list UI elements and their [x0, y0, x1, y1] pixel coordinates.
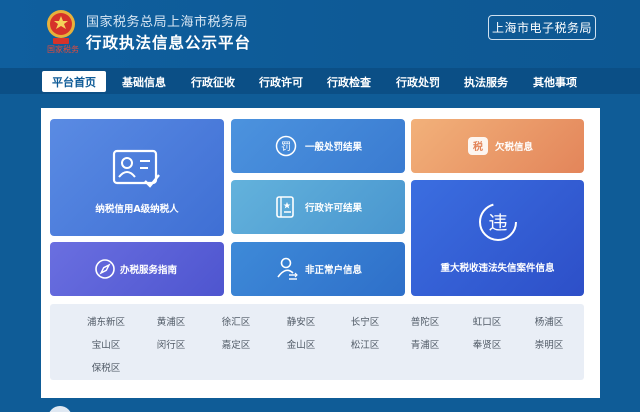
site-subtitle: 国家税务总局上海市税务局	[86, 15, 249, 30]
district-baoshan[interactable]: 宝山区	[81, 337, 131, 351]
district-changning[interactable]: 长宁区	[340, 314, 390, 328]
user-exchange-icon	[277, 257, 298, 280]
district-qingpu[interactable]: 青浦区	[400, 337, 450, 351]
violation-icon: 违	[479, 203, 517, 241]
permit-result-label: 行政许可结果	[305, 203, 363, 214]
content-panel: 纳税信用A级纳税人 罚 一般处罚结果 税 欠税信息 行政许可结果 违 重大税收违…	[41, 108, 600, 398]
district-jiading[interactable]: 嘉定区	[211, 337, 261, 351]
district-chongming[interactable]: 崇明区	[524, 337, 574, 351]
site-title: 行政执法信息公示平台	[86, 34, 252, 52]
major-violation-case-label: 重大税收违法失信案件信息	[440, 263, 555, 274]
district-jingan[interactable]: 静安区	[276, 314, 326, 328]
bottom-strip	[0, 398, 640, 412]
general-penalty-label: 一般处罚结果	[305, 142, 363, 153]
national-emblem-icon	[47, 10, 75, 44]
tax-service-guide-label: 办税服务指南	[120, 265, 178, 276]
svg-text:违: 违	[488, 212, 507, 234]
district-putuo[interactable]: 普陀区	[400, 314, 450, 328]
tax-service-guide-tile[interactable]: 办税服务指南	[50, 242, 224, 296]
district-bonded-zone[interactable]: 保税区	[81, 360, 131, 374]
tax-arrears-icon: 税	[468, 137, 488, 155]
credit-a-level-tile[interactable]: 纳税信用A级纳税人	[50, 119, 224, 236]
tab-collection[interactable]: 行政征收	[182, 71, 244, 92]
district-xuhui[interactable]: 徐汇区	[211, 314, 261, 328]
tab-enforcement-service[interactable]: 执法服务	[455, 71, 517, 92]
tab-home[interactable]: 平台首页	[42, 71, 106, 92]
tab-basic-info[interactable]: 基础信息	[113, 71, 175, 92]
tax-arrears-label: 欠税信息	[495, 142, 534, 153]
district-jinshan[interactable]: 金山区	[276, 337, 326, 351]
district-list: 浦东新区 黄浦区 徐汇区 静安区 长宁区 普陀区 虹口区 杨浦区 宝山区 闵行区…	[50, 304, 584, 380]
district-huangpu[interactable]: 黄浦区	[146, 314, 196, 328]
tab-inspection[interactable]: 行政检查	[318, 71, 380, 92]
district-fengxian[interactable]: 奉贤区	[462, 337, 512, 351]
tax-arrears-tile[interactable]: 税 欠税信息	[411, 119, 584, 173]
district-yangpu[interactable]: 杨浦区	[524, 314, 574, 328]
tab-permit[interactable]: 行政许可	[250, 71, 312, 92]
district-minhang[interactable]: 闵行区	[146, 337, 196, 351]
general-penalty-tile[interactable]: 罚 一般处罚结果	[231, 119, 405, 173]
district-pudong[interactable]: 浦东新区	[81, 314, 131, 328]
site-header: 国家税务 国家税务总局上海市税务局 行政执法信息公示平台 上海市电子税务局	[0, 0, 640, 68]
district-songjiang[interactable]: 松江区	[340, 337, 390, 351]
penalty-seal-icon: 罚	[275, 135, 297, 157]
abnormal-taxpayer-tile[interactable]: 非正常户信息	[231, 242, 405, 296]
permit-result-tile[interactable]: 行政许可结果	[231, 180, 405, 234]
main-nav: 平台首页 基础信息 行政征收 行政许可 行政检查 行政处罚 执法服务 其他事项	[0, 68, 640, 94]
abnormal-taxpayer-label: 非正常户信息	[305, 265, 363, 276]
tab-other-matters[interactable]: 其他事项	[524, 71, 586, 92]
permit-book-icon	[276, 196, 294, 218]
credit-a-level-label: 纳税信用A级纳税人	[95, 204, 179, 215]
compass-icon	[95, 259, 115, 279]
major-violation-case-tile[interactable]: 违 重大税收违法失信案件信息	[411, 180, 584, 296]
e-tax-bureau-button[interactable]: 上海市电子税务局	[488, 15, 596, 40]
tab-penalty[interactable]: 行政处罚	[387, 71, 449, 92]
id-card-check-icon	[112, 149, 160, 188]
district-hongkou[interactable]: 虹口区	[462, 314, 512, 328]
svg-text:罚: 罚	[281, 141, 291, 153]
svg-text:税: 税	[473, 140, 483, 153]
emblem-caption: 国家税务	[47, 45, 79, 54]
